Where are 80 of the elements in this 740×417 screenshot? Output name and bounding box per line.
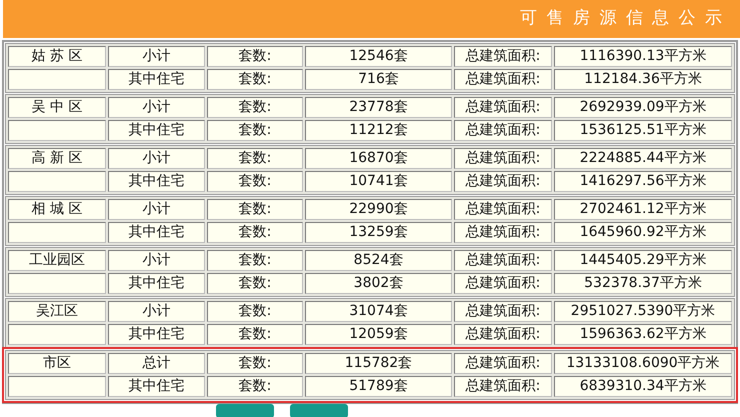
label-cell: 总建筑面积:	[454, 69, 552, 90]
page-title: 可 售 房 源 信 息 公 示	[520, 7, 724, 30]
label-cell: 套数:	[207, 148, 303, 169]
label-cell: 套数:	[207, 69, 303, 90]
district-cell: 市区	[8, 353, 106, 374]
value-cell: 1645960.92平方米	[554, 222, 732, 243]
category-cell: 小计	[108, 199, 205, 220]
button[interactable]	[216, 404, 274, 417]
label-cell: 总建筑面积:	[454, 353, 552, 374]
label-cell: 总建筑面积:	[454, 250, 552, 271]
label-cell: 套数:	[207, 222, 303, 243]
district-cell: 高 新 区	[8, 148, 106, 169]
value-cell: 12059套	[305, 324, 452, 345]
label-cell: 总建筑面积:	[454, 97, 552, 118]
label-cell: 套数:	[207, 199, 303, 220]
category-cell: 其中住宅	[108, 324, 205, 345]
value-cell: 2692939.09平方米	[554, 97, 732, 118]
district-cell: 工业园区	[8, 250, 106, 271]
value-cell: 1445405.29平方米	[554, 250, 732, 271]
value-cell: 2224885.44平方米	[554, 148, 732, 169]
label-cell: 总建筑面积:	[454, 46, 552, 67]
value-cell: 10741套	[305, 171, 452, 192]
label-cell: 套数:	[207, 273, 303, 294]
value-cell: 532378.37平方米	[554, 273, 732, 294]
value-cell: 716套	[305, 69, 452, 90]
value-cell: 51789套	[305, 376, 452, 397]
label-cell: 套数:	[207, 120, 303, 141]
value-cell: 2702461.12平方米	[554, 199, 732, 220]
value-cell: 3802套	[305, 273, 452, 294]
value-cell: 22990套	[305, 199, 452, 220]
value-cell: 31074套	[305, 301, 452, 322]
category-cell: 小计	[108, 97, 205, 118]
label-cell: 总建筑面积:	[454, 171, 552, 192]
category-cell: 其中住宅	[108, 376, 205, 397]
value-cell: 8524套	[305, 250, 452, 271]
category-cell: 小计	[108, 46, 205, 67]
category-cell: 小计	[108, 301, 205, 322]
label-cell: 套数:	[207, 250, 303, 271]
value-cell: 1596363.62平方米	[554, 324, 732, 345]
label-cell: 套数:	[207, 97, 303, 118]
label-cell: 总建筑面积:	[454, 120, 552, 141]
value-cell: 1536125.51平方米	[554, 120, 732, 141]
district-cell: 姑 苏 区	[8, 46, 106, 67]
label-cell: 套数:	[207, 301, 303, 322]
label-cell: 总建筑面积:	[454, 222, 552, 243]
value-cell: 115782套	[305, 353, 452, 374]
district-cell: 相 城 区	[8, 199, 106, 220]
label-cell: 总建筑面积:	[454, 148, 552, 169]
label-cell: 总建筑面积:	[454, 199, 552, 220]
category-cell: 其中住宅	[108, 171, 205, 192]
label-cell: 总建筑面积:	[454, 301, 552, 322]
category-cell: 其中住宅	[108, 222, 205, 243]
label-cell: 总建筑面积:	[454, 324, 552, 345]
value-cell: 16870套	[305, 148, 452, 169]
value-cell: 23778套	[305, 97, 452, 118]
district-cell: 吴 中 区	[8, 97, 106, 118]
category-cell: 小计	[108, 148, 205, 169]
value-cell: 11212套	[305, 120, 452, 141]
value-cell: 6839310.34平方米	[554, 376, 732, 397]
value-cell: 13133108.6090平方米	[554, 353, 732, 374]
button[interactable]	[290, 404, 348, 417]
label-cell: 总建筑面积:	[454, 376, 552, 397]
value-cell: 1416297.56平方米	[554, 171, 732, 192]
category-cell: 其中住宅	[108, 120, 205, 141]
category-cell: 其中住宅	[108, 69, 205, 90]
value-cell: 13259套	[305, 222, 452, 243]
label-cell: 套数:	[207, 324, 303, 345]
value-cell: 12546套	[305, 46, 452, 67]
category-cell: 总计	[108, 353, 205, 374]
label-cell: 套数:	[207, 171, 303, 192]
label-cell: 套数:	[207, 376, 303, 397]
label-cell: 套数:	[207, 46, 303, 67]
district-cell: 吴江区	[8, 301, 106, 322]
value-cell: 112184.36平方米	[554, 69, 732, 90]
label-cell: 套数:	[207, 353, 303, 374]
category-cell: 其中住宅	[108, 273, 205, 294]
label-cell: 总建筑面积:	[454, 273, 552, 294]
value-cell: 2951027.5390平方米	[554, 301, 732, 322]
category-cell: 小计	[108, 250, 205, 271]
value-cell: 1116390.13平方米	[554, 46, 732, 67]
